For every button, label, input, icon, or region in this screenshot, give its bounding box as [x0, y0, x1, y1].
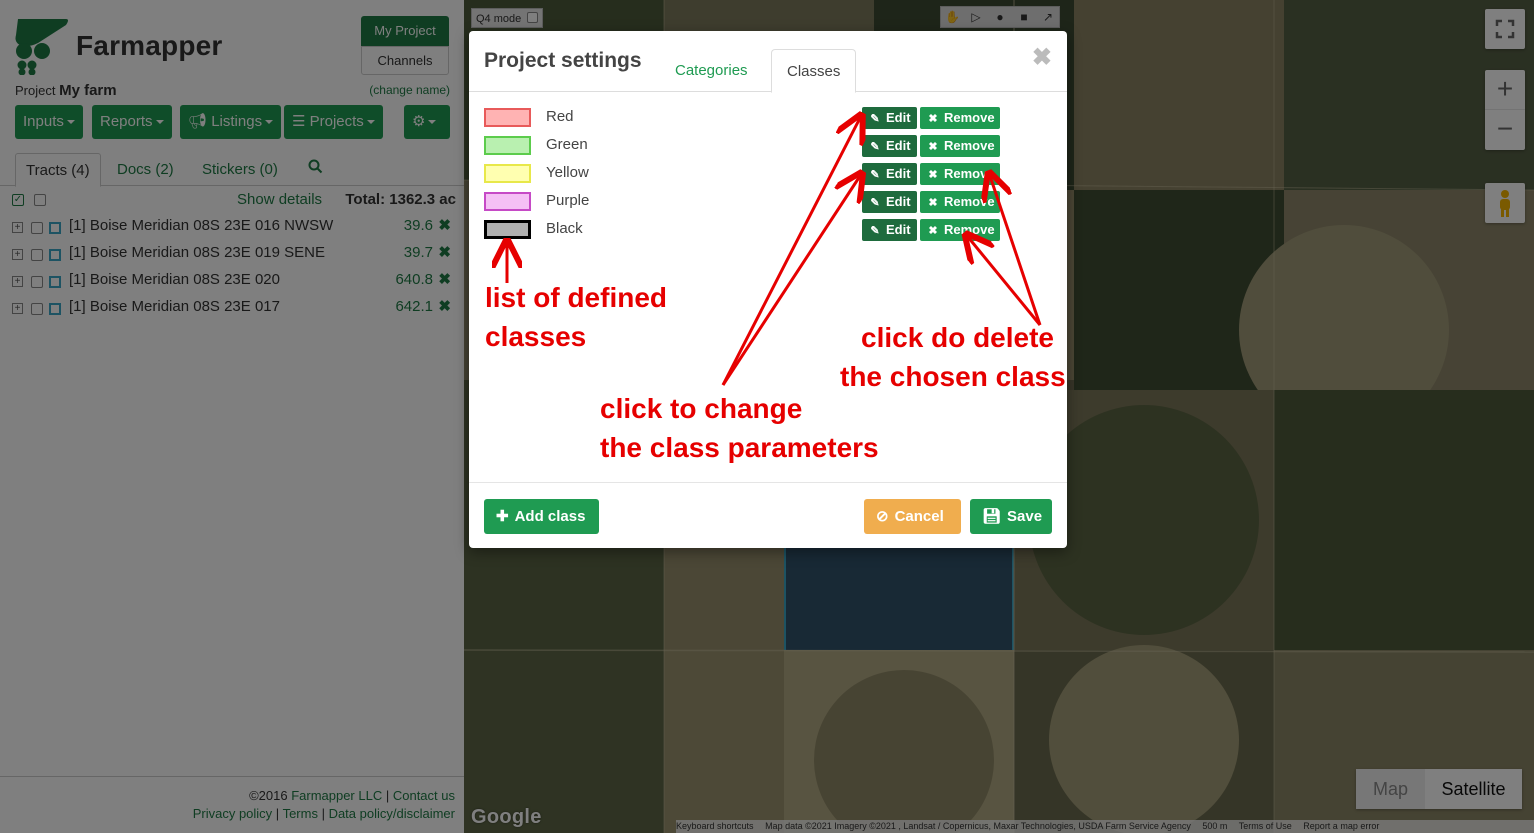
remove-class-button[interactable]: ✖ Remove: [920, 135, 1000, 157]
class-name: Yellow: [546, 164, 589, 181]
tab-classes[interactable]: Classes: [771, 49, 857, 93]
class-row: Purple ✎ Edit ✖ Remove: [484, 191, 1054, 215]
edit-class-button[interactable]: ✎ Edit: [862, 135, 917, 157]
annotation-line: classes: [485, 321, 587, 352]
edit-label: Edit: [886, 166, 911, 181]
edit-label: Edit: [886, 138, 911, 153]
annotation-line: the chosen class: [840, 361, 1066, 392]
edit-class-button[interactable]: ✎ Edit: [862, 191, 917, 213]
cancel-label: Cancel: [894, 508, 944, 525]
remove-x-icon: ✖: [928, 113, 938, 125]
remove-x-icon: ✖: [928, 141, 938, 153]
cancel-button[interactable]: ⊘ Cancel: [864, 499, 961, 534]
tab-categories[interactable]: Categories: [660, 49, 763, 92]
edit-label: Edit: [886, 194, 911, 209]
class-row: Green ✎ Edit ✖ Remove: [484, 135, 1054, 159]
plus-icon: ✚: [496, 508, 509, 525]
remove-label: Remove: [944, 222, 995, 237]
pencil-icon: ✎: [870, 225, 880, 237]
modal-title: Project settings: [484, 49, 642, 72]
edit-label: Edit: [886, 222, 911, 237]
annotation-change-class: click to change the class parameters: [600, 389, 879, 467]
class-name: Purple: [546, 192, 590, 209]
remove-class-button[interactable]: ✖ Remove: [920, 107, 1000, 129]
floppy-disk-icon: 💾︎: [982, 508, 1002, 525]
save-button[interactable]: 💾︎ Save: [970, 499, 1052, 534]
remove-label: Remove: [944, 194, 995, 209]
remove-label: Remove: [944, 110, 995, 125]
annotation-line: the class parameters: [600, 432, 879, 463]
class-name: Red: [546, 108, 574, 125]
edit-class-button[interactable]: ✎ Edit: [862, 219, 917, 241]
remove-label: Remove: [944, 138, 995, 153]
add-class-label: Add class: [514, 508, 586, 525]
annotation-line: click to change: [600, 393, 803, 424]
class-color-swatch: [484, 108, 531, 127]
remove-class-button[interactable]: ✖ Remove: [920, 191, 1000, 213]
class-color-swatch: [484, 192, 531, 211]
class-color-swatch: [484, 220, 531, 239]
remove-x-icon: ✖: [928, 197, 938, 209]
pencil-icon: ✎: [870, 169, 880, 181]
modal-footer: ✚ Add class ⊘ Cancel 💾︎ Save: [469, 482, 1067, 548]
pencil-icon: ✎: [870, 113, 880, 125]
class-row: Yellow ✎ Edit ✖ Remove: [484, 163, 1054, 187]
class-row: Black ✎ Edit ✖ Remove: [484, 219, 1054, 243]
pencil-icon: ✎: [870, 141, 880, 153]
annotation-delete-class: click do delete the chosen class: [840, 318, 1066, 396]
class-color-swatch: [484, 136, 531, 155]
annotation-line: list of defined: [485, 282, 667, 313]
edit-class-button[interactable]: ✎ Edit: [862, 163, 917, 185]
annotation-line: click do delete: [861, 322, 1054, 353]
remove-class-button[interactable]: ✖ Remove: [920, 163, 1000, 185]
edit-label: Edit: [886, 110, 911, 125]
class-name: Black: [546, 220, 583, 237]
remove-x-icon: ✖: [928, 225, 938, 237]
ban-icon: ⊘: [876, 508, 889, 525]
class-name: Green: [546, 136, 588, 153]
pencil-icon: ✎: [870, 197, 880, 209]
remove-x-icon: ✖: [928, 169, 938, 181]
remove-class-button[interactable]: ✖ Remove: [920, 219, 1000, 241]
add-class-button[interactable]: ✚ Add class: [484, 499, 599, 534]
edit-class-button[interactable]: ✎ Edit: [862, 107, 917, 129]
class-row: Red ✎ Edit ✖ Remove: [484, 107, 1054, 131]
close-icon[interactable]: ✖: [1032, 43, 1052, 72]
annotation-list-classes: list of defined classes: [485, 278, 667, 356]
save-label: Save: [1007, 508, 1043, 525]
remove-label: Remove: [944, 166, 995, 181]
class-color-swatch: [484, 164, 531, 183]
